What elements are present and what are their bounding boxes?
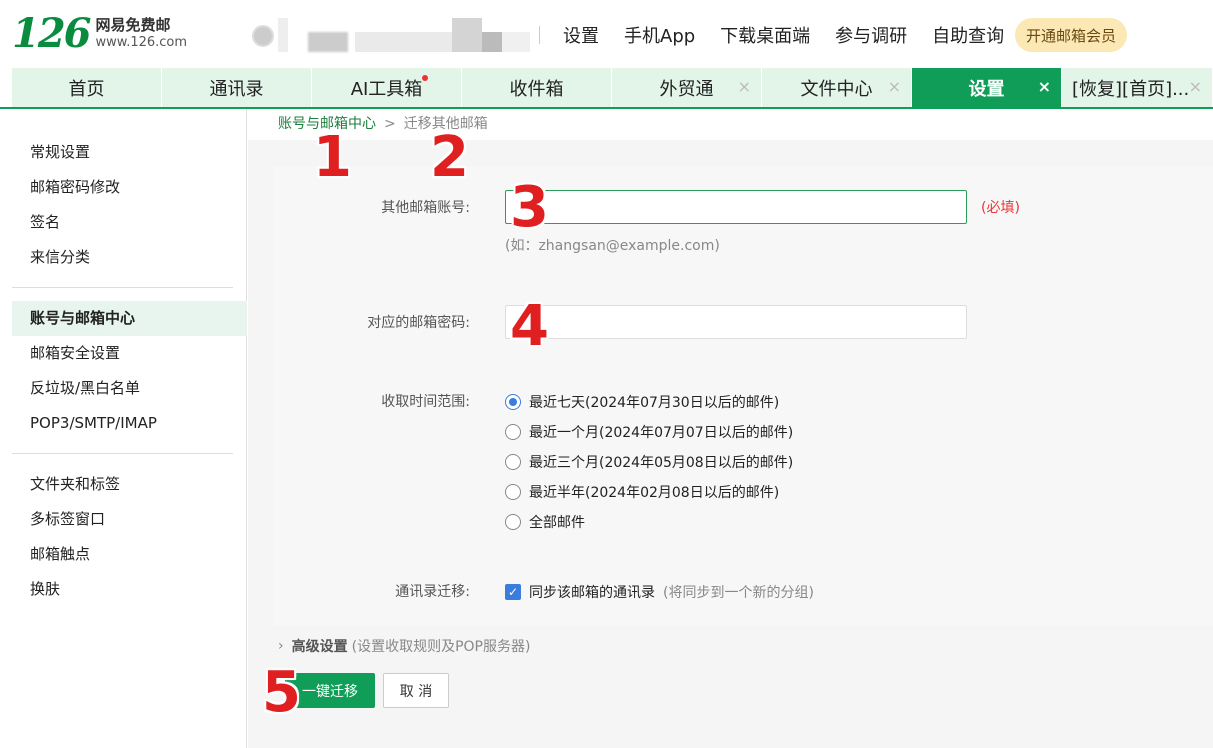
topnav-survey[interactable]: 参与调研 — [835, 22, 907, 48]
redacted-account-block — [502, 32, 530, 52]
step-marker-1: 1 — [313, 125, 352, 190]
top-bar: 126 网易免费邮 www.126.com 设置 手机App 下载桌面端 参与调… — [0, 0, 1213, 68]
required-mark: (必填) — [981, 200, 1020, 216]
cancel-button[interactable]: 取 消 — [383, 673, 449, 708]
password-label: 对应的邮箱密码: — [367, 315, 470, 331]
topnav-mobile-app[interactable]: 手机App — [624, 22, 695, 48]
radio-label: 最近七天(2024年07月30日以后的邮件) — [529, 395, 780, 411]
checkmark-icon[interactable]: ✓ — [505, 584, 521, 600]
radio-unselected[interactable] — [505, 484, 521, 500]
checkbox-note: (将同步到一个新的分组) — [663, 585, 814, 601]
radio-unselected[interactable] — [505, 424, 521, 440]
logo-url: www.126.com — [95, 35, 188, 50]
tab-settings[interactable]: 设置 × — [912, 68, 1061, 107]
topnav-settings[interactable]: 设置 — [563, 22, 599, 48]
step-marker-4: 4 — [510, 294, 549, 359]
avatar[interactable] — [252, 25, 274, 47]
sidebar-item-skin[interactable]: 换肤 — [0, 572, 247, 607]
radio-label: 最近半年(2024年02月08日以后的邮件) — [529, 485, 780, 501]
radio-label: 最近一个月(2024年07月07日以后的邮件) — [529, 425, 794, 441]
sidebar-item-folders-tags[interactable]: 文件夹和标签 — [0, 467, 247, 502]
advanced-desc: (设置收取规则及POP服务器) — [351, 639, 531, 655]
settings-sidebar: 常规设置 邮箱密码修改 签名 来信分类 账号与邮箱中心 邮箱安全设置 反垃圾/黑… — [0, 109, 247, 748]
range-option-6months[interactable]: 最近半年(2024年02月08日以后的邮件) — [505, 482, 779, 502]
topnav-download-desktop[interactable]: 下载桌面端 — [720, 22, 810, 48]
tab-file-center[interactable]: 文件中心 × — [762, 68, 911, 107]
tab-label: AI工具箱 — [350, 78, 423, 100]
account-label: 其他邮箱账号: — [381, 200, 470, 216]
range-option-7days[interactable]: 最近七天(2024年07月30日以后的邮件) — [505, 392, 779, 412]
sidebar-item-security[interactable]: 邮箱安全设置 — [0, 336, 247, 371]
tab-label: [恢复][首页]... — [1072, 78, 1190, 100]
radio-label: 最近三个月(2024年05月08日以后的邮件) — [529, 455, 794, 471]
radio-selected[interactable] — [505, 394, 521, 410]
advanced-settings-toggle[interactable]: › 高级设置 (设置收取规则及POP服务器) — [278, 636, 530, 656]
sidebar-item-signature[interactable]: 签名 — [0, 205, 247, 240]
close-icon[interactable]: × — [1189, 77, 1202, 96]
redacted-account-block — [482, 32, 502, 52]
close-icon[interactable]: × — [888, 77, 901, 96]
tab-label: 首页 — [68, 78, 105, 100]
vip-button[interactable]: 开通邮箱会员 — [1015, 18, 1127, 52]
chevron-right-icon: › — [278, 638, 284, 654]
tab-foreign-trade[interactable]: 外贸通 × — [612, 68, 761, 107]
range-label: 收取时间范围: — [381, 394, 470, 410]
step-marker-3: 3 — [510, 175, 549, 240]
tab-inbox[interactable]: 收件箱 — [462, 68, 611, 107]
logo[interactable]: 126 网易免费邮 www.126.com — [12, 12, 187, 56]
topnav-self-service[interactable]: 自助查询 — [932, 22, 1004, 48]
sidebar-item-pop3-smtp-imap[interactable]: POP3/SMTP/IMAP — [0, 406, 247, 441]
tab-restore-home[interactable]: [恢复][首页]... × — [1062, 68, 1212, 107]
advanced-title: 高级设置 — [291, 639, 348, 655]
tab-ai-toolbox[interactable]: AI工具箱 — [312, 68, 461, 107]
tab-label: 收件箱 — [509, 78, 564, 100]
logo-number: 126 — [12, 10, 91, 57]
redacted-account-block — [452, 18, 482, 52]
sidebar-item-multi-tab[interactable]: 多标签窗口 — [0, 502, 247, 537]
contacts-label: 通讯录迁移: — [395, 584, 470, 600]
sidebar-item-mail-rules[interactable]: 来信分类 — [0, 240, 247, 275]
tab-bar: 首页 通讯录 AI工具箱 收件箱 外贸通 × 文件中心 × 设置 × [恢复][首页]… — [12, 68, 1213, 107]
close-icon[interactable]: × — [1038, 77, 1051, 96]
checkbox-label: 同步该邮箱的通讯录 — [529, 585, 655, 601]
divider — [539, 26, 540, 44]
step-marker-5: 5 — [262, 660, 301, 725]
range-option-all[interactable]: 全部邮件 — [505, 512, 585, 532]
range-option-3months[interactable]: 最近三个月(2024年05月08日以后的邮件) — [505, 452, 793, 472]
other-account-input[interactable] — [505, 190, 967, 224]
redacted-account-block — [355, 32, 455, 52]
sidebar-divider — [12, 453, 233, 454]
tab-label: 通讯录 — [209, 78, 264, 100]
sidebar-item-touchpoints[interactable]: 邮箱触点 — [0, 537, 247, 572]
password-input[interactable] — [505, 305, 967, 339]
radio-unselected[interactable] — [505, 514, 521, 530]
close-icon[interactable]: × — [738, 77, 751, 96]
tab-label: 文件中心 — [800, 78, 873, 100]
sidebar-item-antispam[interactable]: 反垃圾/黑白名单 — [0, 371, 247, 406]
sync-contacts-checkbox[interactable]: ✓ 同步该邮箱的通讯录 (将同步到一个新的分组) — [505, 582, 814, 602]
breadcrumb-arrow: > — [384, 116, 396, 132]
sidebar-item-password[interactable]: 邮箱密码修改 — [0, 170, 247, 205]
logo-name: 网易免费邮 — [95, 16, 171, 34]
radio-label: 全部邮件 — [529, 515, 585, 531]
radio-unselected[interactable] — [505, 454, 521, 470]
sidebar-divider — [12, 287, 233, 288]
range-option-1month[interactable]: 最近一个月(2024年07月07日以后的邮件) — [505, 422, 793, 442]
sidebar-item-general[interactable]: 常规设置 — [0, 135, 247, 170]
sidebar-item-account-center[interactable]: 账号与邮箱中心 — [12, 301, 247, 336]
tab-label: 外贸通 — [659, 78, 714, 100]
redacted-account-block — [308, 32, 348, 52]
step-marker-2: 2 — [430, 125, 469, 190]
redacted-account-block — [278, 18, 288, 52]
notification-dot — [422, 75, 428, 81]
tab-home[interactable]: 首页 — [12, 68, 161, 107]
top-nav: 设置 手机App 下载桌面端 参与调研 自助查询 — [563, 22, 1029, 48]
tab-contacts[interactable]: 通讯录 — [162, 68, 311, 107]
tab-label: 设置 — [968, 78, 1005, 100]
